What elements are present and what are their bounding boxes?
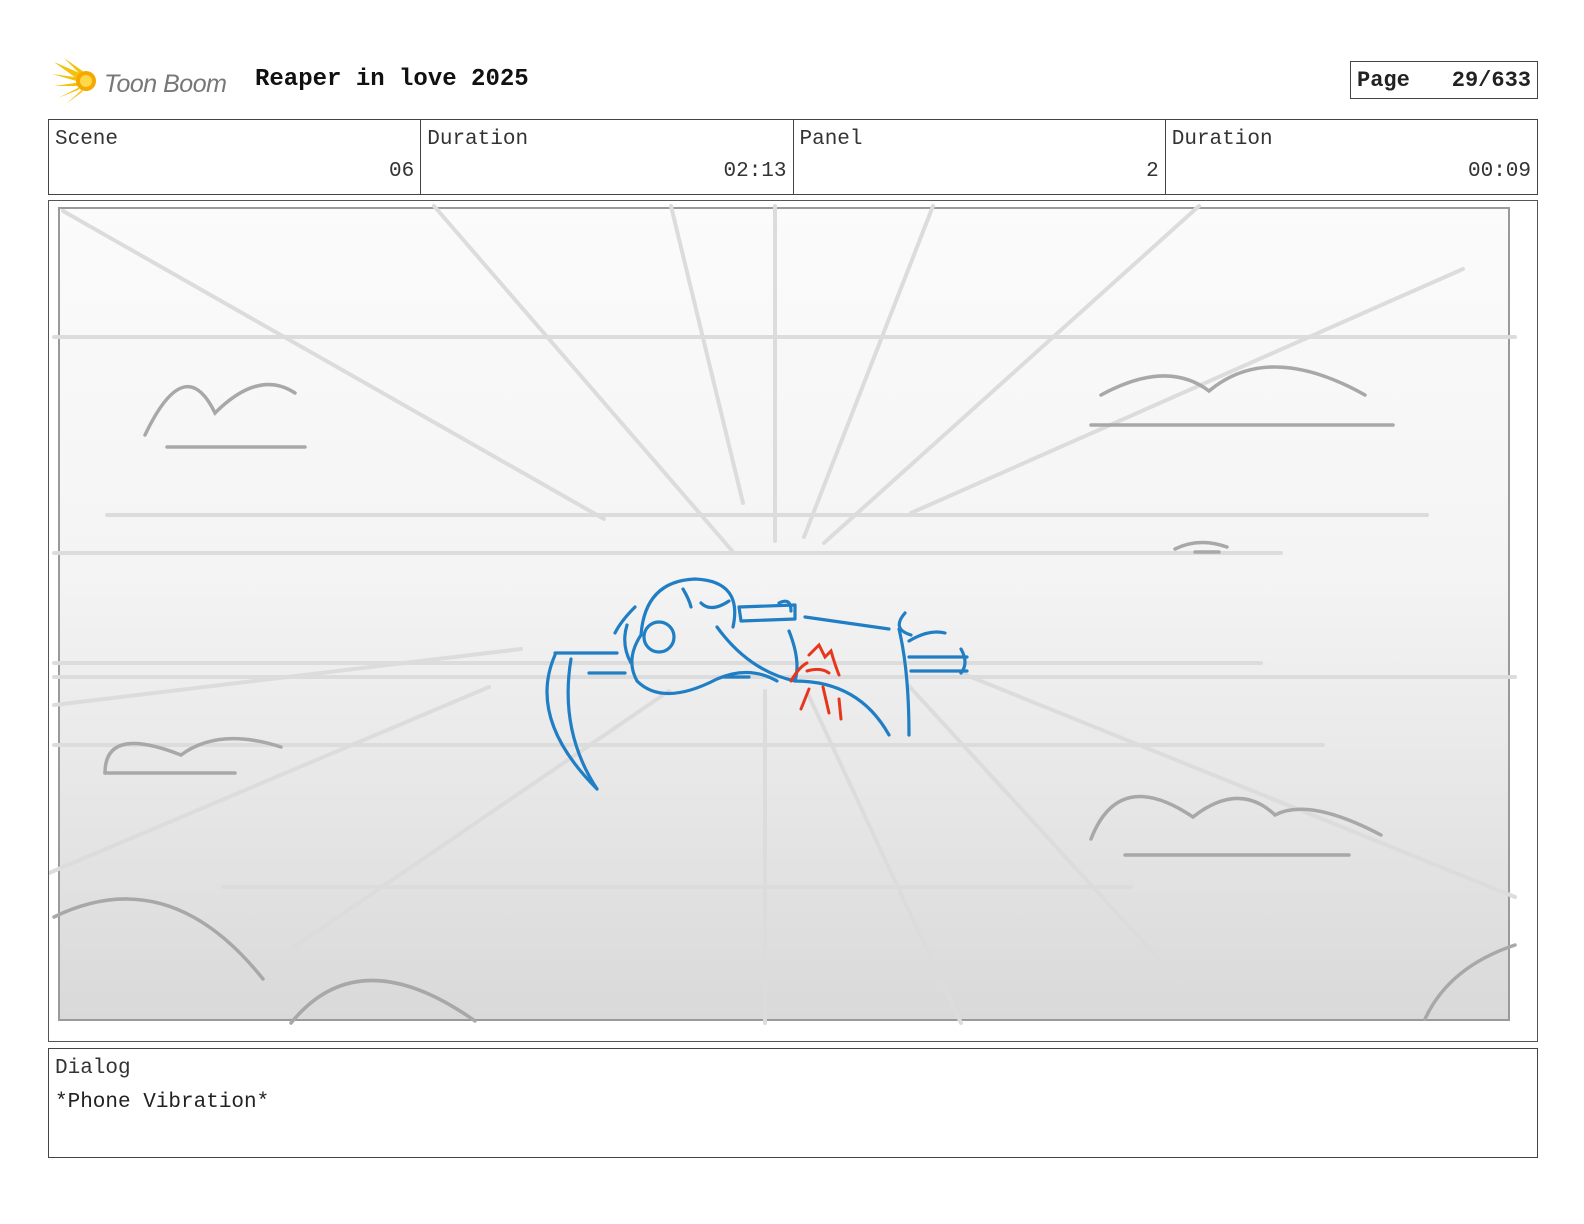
panel-label: Panel — [799, 128, 863, 151]
page-number: 29/633 — [1451, 67, 1531, 93]
scene-label: Scene — [55, 128, 119, 151]
scene-duration-label: Duration — [427, 128, 529, 151]
dialog-box: Dialog *Phone Vibration* — [48, 1048, 1538, 1158]
sky-background — [58, 207, 1510, 1021]
dialog-label: Dialog — [55, 1057, 131, 1080]
toon-boom-logo: Toon Boom — [52, 56, 242, 106]
storyboard-panel — [48, 200, 1538, 1042]
project-title: Reaper in love 2025 — [255, 66, 529, 93]
dialog-text: *Phone Vibration* — [55, 1091, 270, 1114]
page-indicator: Page 29/633 — [1350, 61, 1538, 99]
scene-cell: Scene 06 — [49, 120, 422, 194]
sun-burst-icon — [52, 58, 96, 104]
panel-cell: Panel 2 — [794, 120, 1166, 194]
panel-value: 2 — [1146, 160, 1159, 183]
page-label: Page — [1357, 67, 1410, 93]
panel-duration-value: 00:09 — [1467, 160, 1531, 183]
panel-sketch — [49, 204, 1517, 1025]
logo-text: Toon Boom — [104, 70, 227, 98]
scene-value: 06 — [389, 160, 415, 183]
panel-duration-cell: Duration 00:09 — [1166, 120, 1537, 194]
storyboard-info-row: Scene 06 Duration 02:13 Panel 2 Duration… — [48, 119, 1538, 195]
scene-duration-value: 02:13 — [723, 160, 787, 183]
scene-duration-cell: Duration 02:13 — [421, 120, 794, 194]
panel-duration-label: Duration — [1171, 128, 1273, 151]
